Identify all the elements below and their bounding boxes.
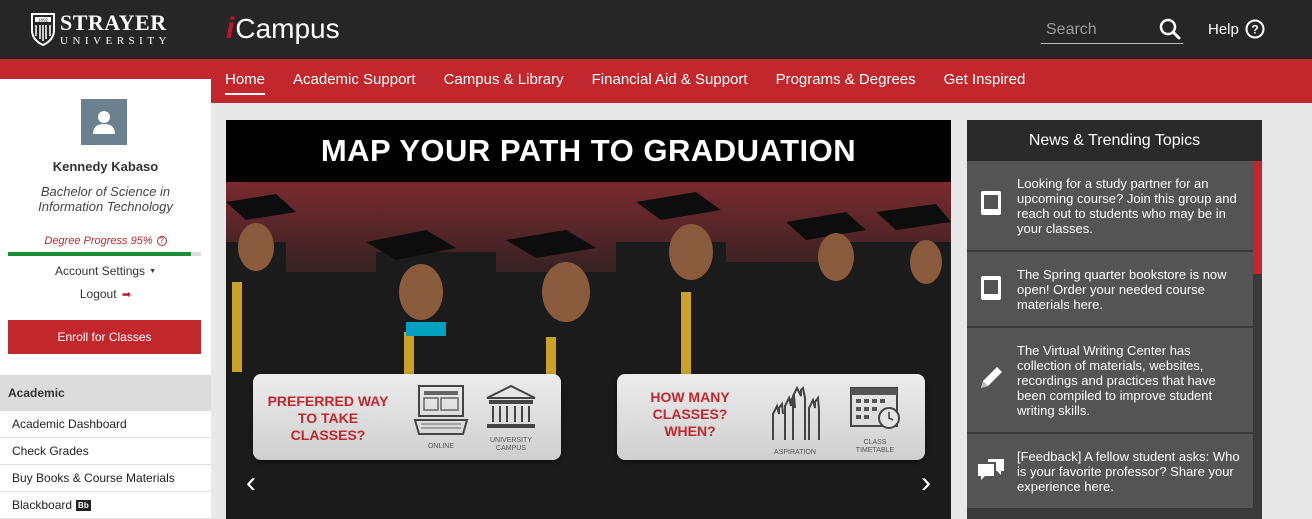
news-scrollbar[interactable] (1253, 161, 1262, 519)
sidebar-item-academic-dashboard[interactable]: Academic Dashboard (0, 411, 211, 438)
sidebar-item-label: Academic Dashboard (12, 417, 127, 431)
university-icon (486, 384, 536, 428)
news-item[interactable]: The Virtual Writing Center has collectio… (967, 328, 1253, 434)
section-academic[interactable]: Academic (0, 375, 211, 411)
progress-fill (8, 252, 192, 256)
progress-bar (8, 252, 201, 256)
chat-icon (978, 459, 1004, 480)
user-name: Kennedy Kabaso (52, 159, 159, 174)
news-item[interactable]: Looking for a study partner for an upcom… (967, 161, 1253, 252)
degree-progress-label: Degree Progress 95% (44, 235, 153, 247)
logo-line2: UNIVERSITY (60, 34, 171, 47)
logout-icon: ➡ (121, 289, 132, 301)
option-label: ASPIRATION (774, 449, 816, 456)
laptop-icon (413, 385, 469, 435)
degree-progress: Degree Progress 95%? (0, 235, 211, 247)
avatar[interactable] (81, 99, 127, 145)
news-text: Looking for a study partner for an upcom… (1017, 176, 1237, 236)
option-label: ONLINE (427, 443, 455, 450)
sidebar-item-label: Blackboard (12, 498, 73, 512)
nav-campus-library[interactable]: Campus & Library (444, 59, 564, 103)
card-question: HOW MANY CLASSES? WHEN? (650, 389, 730, 439)
news-item[interactable]: [Feedback] A fellow student asks: Who is… (967, 434, 1253, 510)
left-sidebar: Kennedy Kabaso Bachelor of Science in In… (0, 79, 211, 519)
book-icon (981, 276, 1001, 300)
calendar-icon (850, 387, 900, 429)
class-schedule-card[interactable]: HOW MANY CLASSES? WHEN? ASPIRATION CLASS… (617, 374, 925, 460)
help-link[interactable]: Help ? (1208, 19, 1265, 39)
sidebar-item-label: Check Grades (12, 444, 89, 458)
nav-academic-support[interactable]: Academic Support (293, 59, 416, 103)
logout-label: Logout (79, 287, 117, 301)
hero-carousel[interactable]: MAP YOUR PATH TO GRADUATION PREFERRED WA… (226, 120, 951, 519)
app-title: Campus (235, 13, 340, 44)
nav-programs-degrees[interactable]: Programs & Degrees (776, 59, 916, 103)
carousel-next-icon[interactable]: › (921, 466, 931, 500)
caret-down-icon: ▼ (149, 268, 156, 275)
timetable-option[interactable]: CLASS TIMETABLE (847, 384, 903, 455)
book-icon (981, 191, 1001, 215)
campus-option[interactable]: UNIVERSITY CAMPUS (483, 384, 539, 453)
help-label: Help (1208, 20, 1239, 38)
pencil-icon (981, 367, 1002, 388)
news-text: The Virtual Writing Center has collectio… (1017, 343, 1216, 418)
news-title: News & Trending Topics (967, 120, 1262, 161)
news-text: The Spring quarter bookstore is now open… (1017, 267, 1227, 312)
scrollbar-thumb[interactable] (1253, 161, 1262, 274)
logo-year: 1892 (38, 17, 49, 22)
question-circle-icon: ? (1245, 19, 1265, 39)
option-label: UNIVERSITY CAMPUS (489, 437, 532, 452)
news-text: [Feedback] A fellow student asks: Who is… (1017, 449, 1240, 494)
news-item[interactable]: The Spring quarter bookstore is now open… (967, 252, 1253, 328)
account-settings-link[interactable]: Account Settings ▼ (0, 264, 211, 278)
card-question: PREFERRED WAY TO TAKE CLASSES? (267, 393, 389, 443)
blackboard-badge: Bb (76, 500, 91, 511)
nav-financial-aid[interactable]: Financial Aid & Support (592, 59, 748, 103)
carousel-prev-icon[interactable]: ‹ (246, 466, 256, 500)
nav-links: Home Academic Support Campus & Library F… (225, 59, 1053, 103)
shield-icon: 1892 (31, 13, 55, 46)
top-bar: 1892 STRAYER UNIVERSITY iCampus Help ? (0, 0, 1312, 59)
i-mark-icon: i (226, 12, 235, 45)
sidebar-item-label: Buy Books & Course Materials (12, 471, 175, 485)
strayer-logo[interactable]: 1892 STRAYER UNIVERSITY (30, 10, 180, 48)
user-icon (93, 111, 115, 134)
search-box (1041, 15, 1183, 44)
graduation-photo (226, 182, 951, 519)
raised-hands-icon (772, 385, 820, 440)
search-icon[interactable] (1159, 18, 1181, 40)
logo-line1: STRAYER (60, 9, 167, 35)
sidebar-item-blackboard[interactable]: Blackboard Bb (0, 492, 211, 519)
nav-home[interactable]: Home (225, 59, 266, 103)
sidebar-item-buy-books[interactable]: Buy Books & Course Materials (0, 465, 211, 492)
enroll-button[interactable]: Enroll for Classes (8, 320, 201, 354)
news-panel: News & Trending Topics Looking for a stu… (967, 120, 1262, 519)
online-option[interactable]: ONLINE (413, 384, 469, 451)
sidebar-list: Academic Dashboard Check Grades Buy Book… (0, 411, 211, 519)
account-settings-label: Account Settings (55, 264, 146, 278)
search-input[interactable] (1046, 19, 1146, 41)
sidebar-item-check-grades[interactable]: Check Grades (0, 438, 211, 465)
news-list: Looking for a study partner for an upcom… (967, 161, 1253, 510)
svg-text:?: ? (1251, 23, 1258, 37)
nav-get-inspired[interactable]: Get Inspired (944, 59, 1026, 103)
icampus-brand[interactable]: i Campus (226, 12, 340, 46)
degree-program: Bachelor of Science in Information Techn… (38, 184, 173, 214)
logout-link[interactable]: Logout ➡ (0, 287, 211, 301)
aspiration-option[interactable]: ASPIRATION (767, 384, 823, 457)
info-icon[interactable]: ? (156, 236, 167, 246)
class-format-card[interactable]: PREFERRED WAY TO TAKE CLASSES? ONLINE UN… (253, 374, 561, 460)
option-label: CLASS TIMETABLE (855, 439, 895, 454)
hero-title: MAP YOUR PATH TO GRADUATION (226, 120, 951, 182)
